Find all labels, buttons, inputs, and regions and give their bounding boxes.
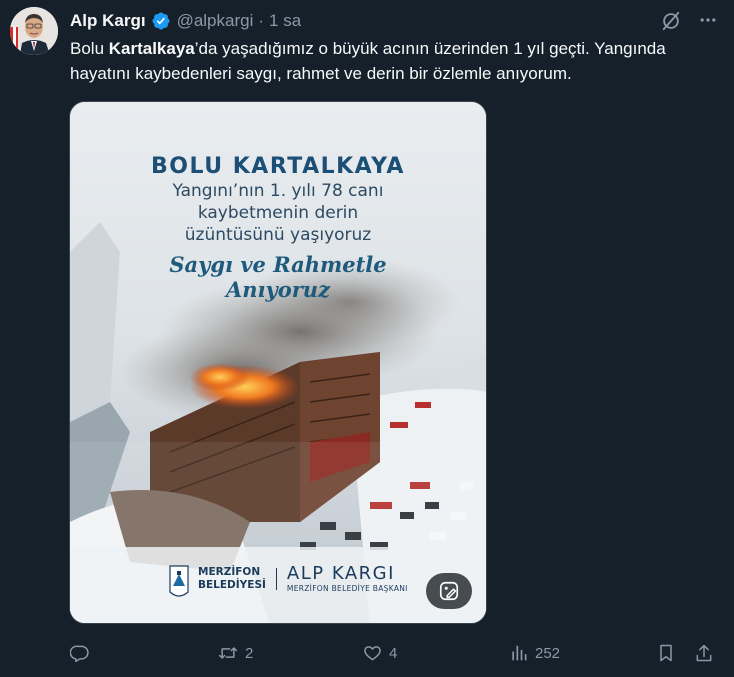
logo-line-2: BELEDİYESİ: [198, 578, 266, 591]
separator-dot: ·: [258, 11, 265, 30]
tweet-header: Alp Kargı @alpkargi · 1 sa: [70, 9, 720, 33]
bookmark-button[interactable]: [656, 638, 676, 668]
tweet-text-start: Bolu: [70, 39, 109, 58]
tweet-text: Bolu Kartalkaya’da yaşadığımız o büyük a…: [70, 36, 720, 86]
image-line-1: Yangını’nın 1. yılı 78 canı: [172, 181, 384, 201]
reply-icon: [70, 645, 89, 663]
image-action-button[interactable]: [426, 573, 472, 609]
retweet-count: 2: [245, 644, 254, 662]
author-avatar[interactable]: [10, 7, 58, 55]
mayor-title: MERZİFON BELEDİYE BAŞKANI: [286, 584, 408, 593]
heart-icon: [364, 646, 381, 661]
verified-badge-icon[interactable]: [151, 11, 171, 31]
tweet-actions: 2 4 252: [0, 638, 734, 668]
image-title: BOLU KARTALKAYA: [151, 154, 405, 179]
mayor-signature: ALP KARGI MERZİFON BELEDİYE BAŞKANI: [286, 563, 408, 594]
views-button[interactable]: 252: [509, 638, 560, 668]
like-button[interactable]: 4: [362, 638, 397, 668]
share-icon: [696, 644, 712, 662]
views-count: 252: [535, 644, 561, 662]
author-handle[interactable]: @alpkargi: [177, 11, 254, 31]
edit-image-icon: [439, 581, 459, 601]
tweet-text-bold: Kartalkaya: [108, 39, 195, 58]
more-icon[interactable]: [696, 8, 720, 32]
tweet-image[interactable]: BOLU KARTALKAYA Yangını’nın 1. yılı 78 c…: [69, 101, 487, 624]
image-script-2: Anıyoruz: [225, 277, 330, 302]
image-script-1: Saygı ve Rahmetle: [169, 252, 387, 277]
retweet-button[interactable]: 2: [217, 638, 253, 668]
image-subtitle: Yangını’nın 1. yılı 78 canı kaybetmenin …: [70, 180, 486, 246]
avatar-image: [10, 7, 58, 55]
mayor-name: ALP KARGI: [286, 563, 395, 584]
like-count: 4: [389, 644, 398, 662]
author-name[interactable]: Alp Kargı: [70, 11, 146, 31]
views-icon: [512, 645, 527, 661]
share-button[interactable]: [694, 638, 714, 668]
logo-divider: [275, 567, 277, 590]
image-line-2: kaybetmenin derin: [197, 203, 359, 223]
image-footer-logos: MERZİFON BELEDİYESİ ALP KARGI MERZİFON B…: [194, 563, 408, 594]
image-script-text: Saygı ve Rahmetle Anıyoruz: [70, 252, 486, 302]
municipality-logo-text: MERZİFON BELEDİYESİ: [198, 566, 266, 592]
image-line-3: üzüntüsünü yaşıyoruz: [184, 225, 372, 245]
logo-line-1: MERZİFON: [198, 565, 261, 578]
reply-button[interactable]: [70, 638, 96, 668]
merzifon-emblem: [169, 565, 189, 597]
tweet-time[interactable]: 1 sa: [269, 11, 301, 31]
bookmark-icon: [660, 644, 672, 662]
retweet-icon: [218, 647, 238, 659]
grok-icon[interactable]: [660, 10, 682, 32]
